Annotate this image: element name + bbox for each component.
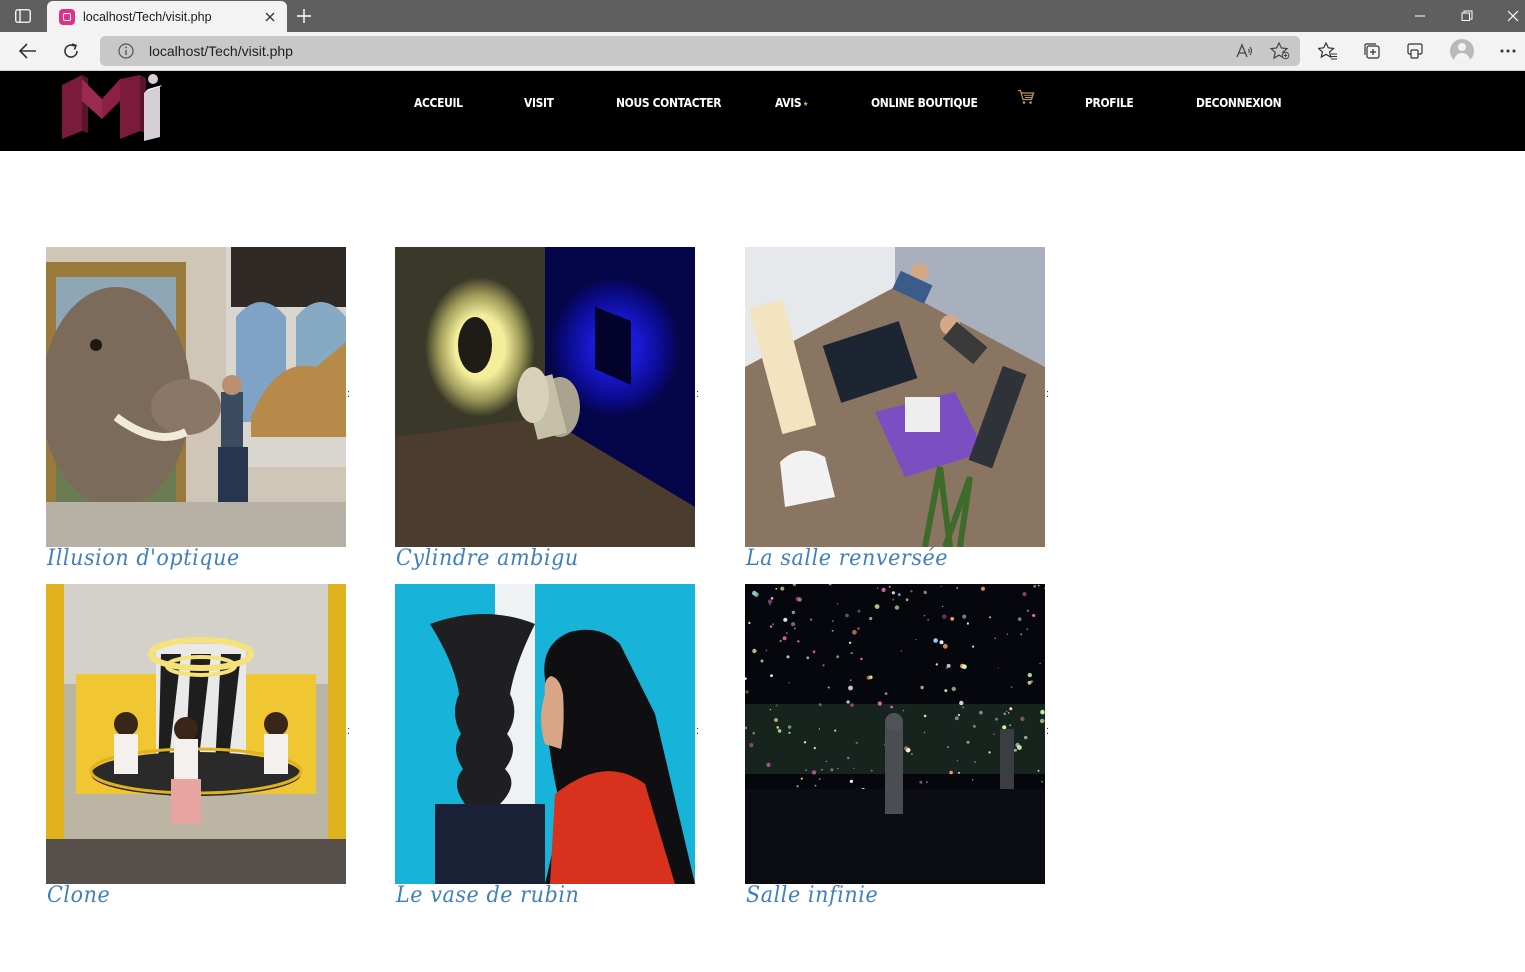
- gallery-image-illusion-optique[interactable]: [46, 247, 346, 547]
- nav-item-avis-label: AVIS: [775, 95, 802, 110]
- info-icon[interactable]: [118, 43, 134, 59]
- nav-item-visit[interactable]: VISIT: [524, 95, 554, 110]
- sidebar-icon[interactable]: [10, 6, 36, 26]
- nav-item-deconnexion[interactable]: DECONNEXION: [1196, 95, 1282, 110]
- item-separator: :: [1046, 725, 1050, 737]
- item-separator: :: [347, 388, 351, 400]
- read-aloud-icon[interactable]: [1232, 39, 1260, 63]
- site-favicon-icon: [59, 8, 75, 25]
- star-icon: ★: [803, 100, 809, 108]
- gallery-caption[interactable]: Clone: [47, 883, 110, 908]
- tab-title: localhost/Tech/visit.php: [83, 9, 212, 24]
- extensions-icon[interactable]: [1401, 38, 1429, 64]
- gallery-caption[interactable]: Le vase de rubin: [396, 883, 579, 908]
- profile-avatar[interactable]: [1450, 39, 1474, 63]
- address-bar[interactable]: localhost/Tech/visit.php: [100, 36, 1300, 66]
- gallery-image-clone[interactable]: [46, 584, 346, 884]
- minimize-icon[interactable]: [1406, 4, 1436, 28]
- collections-icon[interactable]: [1358, 38, 1386, 64]
- gallery-caption[interactable]: Cylindre ambigu: [396, 546, 579, 571]
- gallery-image-salle-renversee[interactable]: [745, 247, 1045, 547]
- gallery-caption[interactable]: La salle renversée: [746, 546, 948, 571]
- shopping-cart-icon[interactable]: [1017, 89, 1035, 105]
- close-icon[interactable]: [261, 8, 279, 26]
- gallery-caption[interactable]: Illusion d'optique: [47, 546, 240, 571]
- gallery-caption[interactable]: Salle infinie: [746, 883, 878, 908]
- more-icon[interactable]: [1494, 38, 1522, 64]
- refresh-icon[interactable]: [57, 38, 85, 64]
- item-separator: :: [696, 725, 700, 737]
- site-logo[interactable]: [60, 73, 162, 141]
- restore-icon[interactable]: [1452, 4, 1482, 28]
- browser-tab[interactable]: localhost/Tech/visit.php: [47, 1, 287, 32]
- gallery-image-vase-de-rubin[interactable]: [395, 584, 695, 884]
- add-favorite-icon[interactable]: [1266, 39, 1294, 63]
- browser-toolbar: localhost/Tech/visit.php: [0, 32, 1525, 71]
- item-separator: :: [1046, 388, 1050, 400]
- nav-item-online-boutique[interactable]: ONLINE BOUTIQUE: [871, 95, 978, 110]
- item-separator: :: [347, 725, 351, 737]
- gallery-image-salle-infinie[interactable]: [745, 584, 1045, 884]
- nav-item-profile[interactable]: PROFILE: [1085, 95, 1134, 110]
- site-header: ACCEUIL VISIT NOUS CONTACTER AVIS ★ ONLIN…: [0, 71, 1525, 151]
- gallery-image-cylindre-ambigu[interactable]: [395, 247, 695, 547]
- item-separator: :: [696, 388, 700, 400]
- close-window-icon[interactable]: [1498, 4, 1525, 28]
- favorites-icon[interactable]: [1314, 38, 1342, 64]
- nav-item-acceuil[interactable]: ACCEUIL: [414, 95, 463, 110]
- nav-item-nous-contacter[interactable]: NOUS CONTACTER: [616, 95, 722, 110]
- new-tab-icon[interactable]: [292, 5, 316, 27]
- browser-tab-bar: localhost/Tech/visit.php: [0, 0, 1525, 32]
- back-icon[interactable]: [14, 38, 42, 64]
- nav-item-avis[interactable]: AVIS ★: [775, 95, 808, 110]
- url-text[interactable]: localhost/Tech/visit.php: [149, 43, 1232, 59]
